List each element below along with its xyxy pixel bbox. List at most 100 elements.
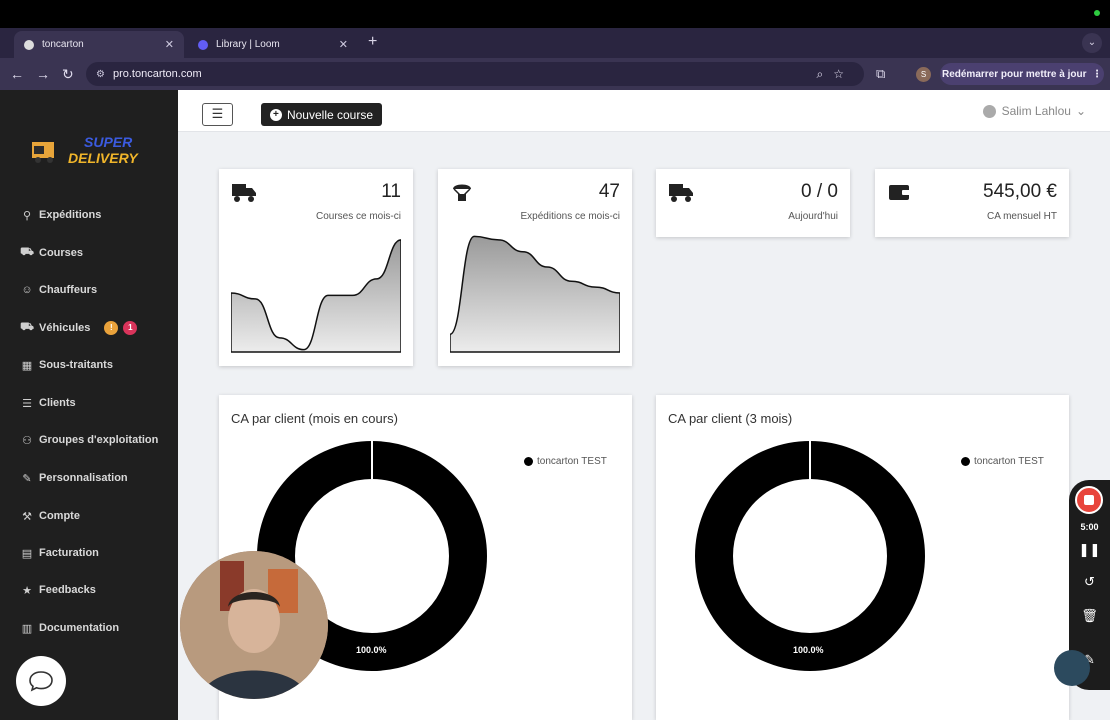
status-dot <box>1094 10 1100 16</box>
chart-legend[interactable]: toncarton TEST <box>961 456 1044 467</box>
toncarton-favicon-icon <box>24 39 34 50</box>
browser-tab-bar: toncarton ✕ Library | Loom ✕ + ⌄ <box>0 28 1110 58</box>
truck-icon <box>232 184 256 202</box>
truck-icon: ⛟ <box>20 321 34 333</box>
wallet-icon <box>889 185 910 200</box>
svg-text:SUPER: SUPER <box>84 134 133 150</box>
profile-avatar[interactable]: S <box>916 67 931 82</box>
chart-title: CA par client (3 mois) <box>668 411 793 426</box>
loom-favicon-icon <box>198 39 208 50</box>
legend-label: toncarton TEST <box>537 456 607 467</box>
zoom-and-bookmark-icons[interactable]: ⌕☆ <box>817 67 854 82</box>
close-tab-icon[interactable]: ✕ <box>165 38 174 51</box>
donut-chart <box>695 441 925 671</box>
sidebar-item-chauffeurs[interactable]: ☺ Chauffeurs <box>20 280 97 300</box>
sidebar-item-feedbacks[interactable]: ★ Feedbacks <box>20 580 96 600</box>
stat-card-today: 0 / 0 Aujourd'hui <box>656 169 850 237</box>
data-label: 100.0% <box>356 645 387 655</box>
sparkline-courses <box>231 239 401 353</box>
sparkline-area <box>231 239 401 353</box>
sidebar: SUPER DELIVERY ⚲ Expéditions ⛟ Courses ☺ Ch… <box>0 90 178 720</box>
stat-value: 545,00 € <box>983 181 1057 202</box>
back-arrow-icon[interactable]: ← <box>10 65 24 83</box>
sparkline-expeditions <box>450 235 620 353</box>
chart-legend[interactable]: toncarton TEST <box>524 456 607 467</box>
chat-bubble-icon <box>29 671 53 692</box>
menu-toggle-icon[interactable]: ☰ <box>202 103 233 126</box>
screen-top-strip <box>0 0 1110 28</box>
sidebar-item-vehicules[interactable]: ⛟ Véhicules ! 1 <box>20 318 138 338</box>
browser-tab-toncarton[interactable]: toncarton ✕ <box>14 31 184 58</box>
chat-button[interactable] <box>16 656 66 706</box>
site-info-icon[interactable]: ⚙ <box>96 69 105 80</box>
stat-label: CA mensuel HT <box>986 211 1057 222</box>
stop-recording-button[interactable] <box>1075 486 1103 514</box>
sidebar-item-facturation[interactable]: ▤ Facturation <box>20 543 99 563</box>
tab-title: Library | Loom <box>216 39 280 50</box>
count-badge: 1 <box>123 321 138 335</box>
chart-title: CA par client (mois en cours) <box>231 411 398 426</box>
sidebar-item-personnalisation[interactable]: ✎ Personnalisation <box>20 468 127 488</box>
plus-circle-icon: + <box>269 108 282 121</box>
sidebar-item-expeditions[interactable]: ⚲ Expéditions <box>20 205 101 225</box>
presenter-video <box>180 551 328 699</box>
donut-slice[interactable] <box>695 441 925 671</box>
restart-icon[interactable]: ↺ <box>1069 574 1110 590</box>
warning-badge: ! <box>104 321 119 335</box>
new-course-button[interactable]: + Nouvelle course <box>261 103 382 126</box>
sidebar-item-documentation[interactable]: ▥ Documentation <box>20 618 119 638</box>
legend-label: toncarton TEST <box>974 456 1044 467</box>
tab-search-chevron-icon[interactable]: ⌄ <box>1082 33 1102 53</box>
stat-label: Aujourd'hui <box>788 211 838 222</box>
extensions-icon[interactable]: ⧉ <box>876 66 885 82</box>
list-icon: ☰ <box>22 397 32 410</box>
chevron-down-icon: ⌄ <box>1075 104 1086 118</box>
tools-icon: ✎ <box>22 472 32 485</box>
stat-card-expeditions: 47 Expéditions ce mois-ci <box>438 169 632 366</box>
invoice-icon: ▤ <box>21 547 33 560</box>
legend-swatch <box>961 457 970 466</box>
sidebar-item-compte[interactable]: ⚒ Compte <box>20 506 80 526</box>
sidebar-item-clients[interactable]: ☰ Clients <box>20 393 76 413</box>
sidebar-item-sous-traitants[interactable]: ▦ Sous-traitants <box>20 355 113 375</box>
building-icon: ▦ <box>21 359 33 372</box>
new-tab-icon[interactable]: + <box>368 34 377 50</box>
stat-label: Expéditions ce mois-ci <box>520 211 620 222</box>
close-tab-icon[interactable]: ✕ <box>339 38 348 51</box>
shipment-icon: ⚲ <box>22 209 32 222</box>
star-icon: ★ <box>22 584 32 597</box>
reload-icon[interactable]: ↻ <box>62 65 74 83</box>
stat-card-courses: 11 Courses ce mois-ci <box>219 169 413 366</box>
relaunch-update-button[interactable]: Redémarrer pour mettre à jour ⋮ <box>940 63 1104 85</box>
stat-card-revenue: 545,00 € CA mensuel HT <box>875 169 1069 237</box>
stat-value: 0 / 0 <box>801 181 838 202</box>
stat-value: 47 <box>598 181 620 202</box>
browser-tab-loom[interactable]: Library | Loom ✕ <box>188 31 358 58</box>
legend-swatch <box>524 457 533 466</box>
pause-icon[interactable]: ❚❚ <box>1069 542 1110 558</box>
book-icon: ▥ <box>21 622 33 635</box>
top-header: ☰ + Nouvelle course Salim Lahlou ⌄ <box>178 90 1110 132</box>
sparkline-area <box>450 235 620 353</box>
recording-timer: 5:00 <box>1080 522 1099 532</box>
stat-label: Courses ce mois-ci <box>315 211 401 222</box>
url-text: pro.toncarton.com <box>112 68 202 80</box>
trash-icon[interactable]: 🗑 <box>1069 608 1110 624</box>
user-name: Salim Lahlou <box>1001 104 1071 118</box>
webcam-bubble[interactable] <box>180 551 328 699</box>
stat-value: 11 <box>381 181 401 202</box>
browser-address-bar: ← → ↻ ⚙ pro.toncarton.com ⌕☆ ⧉ S Redémar… <box>0 58 1110 90</box>
dolly-icon: ⛟ <box>20 246 34 258</box>
users-icon: ☺ <box>21 284 33 296</box>
super-delivery-logo: SUPER DELIVERY <box>32 134 139 166</box>
user-menu[interactable]: Salim Lahlou ⌄ <box>982 104 1086 118</box>
sidebar-item-groupes-exploitation[interactable]: ⚇ Groupes d'exploitation <box>20 430 158 450</box>
forward-arrow-icon[interactable]: → <box>36 65 50 83</box>
truck-icon <box>669 184 693 202</box>
user-avatar-icon <box>982 104 996 118</box>
loom-fab-button[interactable] <box>1054 650 1090 686</box>
relaunch-label: Redémarrer pour mettre à jour <box>941 68 1087 80</box>
data-label: 100.0% <box>793 645 824 655</box>
sidebar-item-courses[interactable]: ⛟ Courses <box>20 243 83 263</box>
url-field[interactable]: ⚙ pro.toncarton.com ⌕☆ <box>86 62 864 86</box>
